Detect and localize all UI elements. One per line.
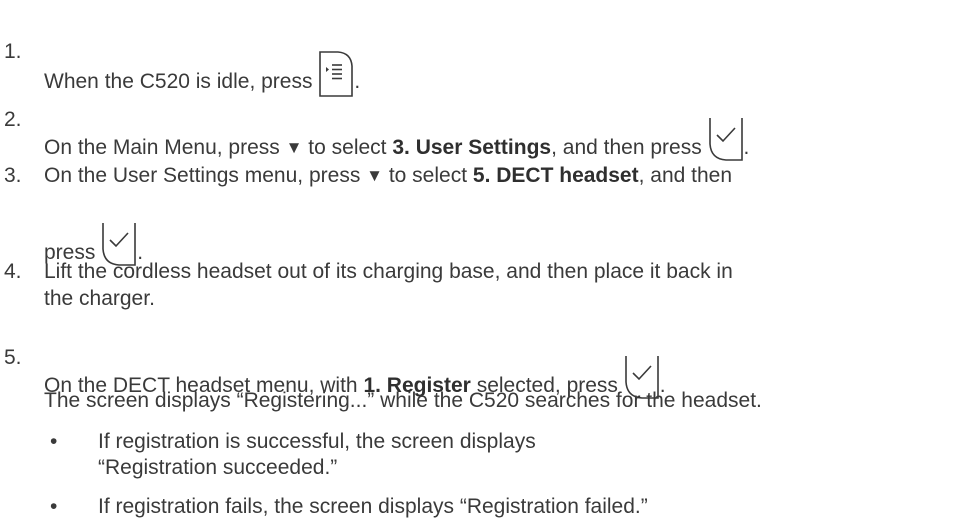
menu-key-icon <box>318 50 354 98</box>
menu-option: 5. DECT headset <box>472 164 639 187</box>
step-text: On the Main Menu, press ▼ to select 3. U… <box>44 108 749 162</box>
step-text: press . <box>44 213 143 266</box>
down-arrow-icon: ▼ <box>285 138 303 157</box>
step-note: The screen displays “Registering...” whi… <box>44 389 762 412</box>
select-check-key-icon <box>708 116 744 162</box>
menu-option: 3. User Settings <box>392 136 552 159</box>
step-number: 3. <box>4 164 22 187</box>
bullet-symbol: • <box>50 495 58 518</box>
step-text: When the C520 is idle, press . <box>44 40 360 97</box>
bullet-text-line-2: “Registration succeeded.” <box>98 456 338 479</box>
step-text-line-1: Lift the cordless headset out of its cha… <box>44 260 733 283</box>
bullet-text-line-1: If registration fails, the screen displa… <box>98 495 648 518</box>
step-number: 4. <box>4 260 22 283</box>
down-arrow-icon: ▼ <box>366 166 383 185</box>
bullet-text-line-1: If registration is successful, the scree… <box>98 430 536 453</box>
step-number: 2. <box>4 108 22 131</box>
step-text-line-2: the charger. <box>44 287 155 310</box>
step-text: On the User Settings menu, press ▼ to se… <box>44 164 733 187</box>
step-number: 5. <box>4 346 22 369</box>
bullet-symbol: • <box>50 430 58 453</box>
step-number: 1. <box>4 40 22 63</box>
